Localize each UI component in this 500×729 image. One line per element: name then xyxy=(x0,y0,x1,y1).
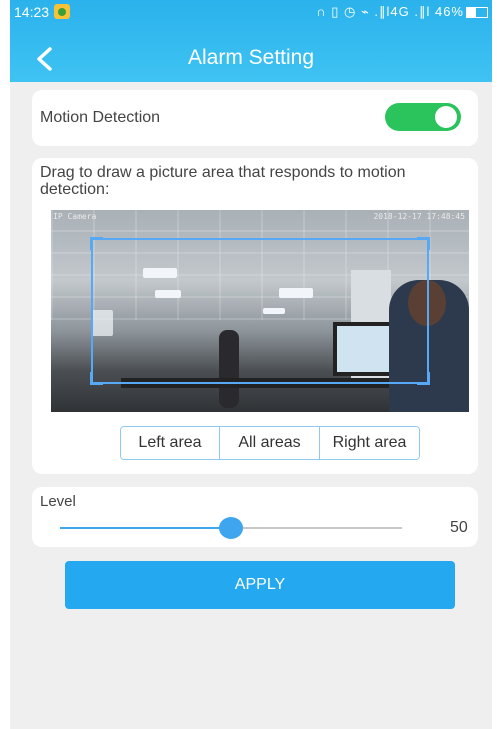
app-notification-icon xyxy=(54,4,70,19)
detection-area-selection[interactable] xyxy=(90,237,430,385)
status-time: 14:23 xyxy=(14,4,50,20)
motion-detection-label: Motion Detection xyxy=(40,109,161,126)
battery-percent: 46% xyxy=(434,4,464,19)
status-icons: ∩ ▯ ◷ ⌁ .∥l4G .∥l 46% xyxy=(316,4,464,20)
selection-handle-bottom-right[interactable] xyxy=(417,372,430,385)
selection-handle-top-left[interactable] xyxy=(90,237,103,250)
status-bar: 14:23 ∩ ▯ ◷ ⌁ .∥l4G .∥l 46% xyxy=(10,0,492,24)
camera-label: IP Camera xyxy=(53,212,97,221)
detection-area-card: Drag to draw a picture area that respond… xyxy=(32,158,478,474)
all-areas-button[interactable]: All areas xyxy=(219,427,319,459)
level-slider[interactable] xyxy=(60,517,402,539)
level-slider-thumb[interactable] xyxy=(219,517,243,539)
level-slider-fill xyxy=(60,527,231,529)
camera-preview[interactable]: IP Camera 2018-12-17 17:48:45 xyxy=(51,210,469,412)
app-header: 14:23 ∩ ▯ ◷ ⌁ .∥l4G .∥l 46% Alarm Settin… xyxy=(10,0,492,82)
selection-handle-top-right[interactable] xyxy=(417,237,430,250)
apply-button[interactable]: APPLY xyxy=(65,561,455,609)
level-card: Level 50 xyxy=(32,487,478,547)
camera-timestamp: 2018-12-17 17:48:45 xyxy=(373,212,465,221)
status-indicators-icon: ∩ ▯ ◷ ⌁ .∥l4G .∥l xyxy=(316,4,431,19)
selection-handle-bottom-left[interactable] xyxy=(90,372,103,385)
battery-icon xyxy=(466,7,488,18)
motion-detection-toggle[interactable] xyxy=(385,103,461,131)
motion-detection-card: Motion Detection xyxy=(32,90,478,146)
area-preset-group: Left area All areas Right area xyxy=(120,426,420,460)
left-area-button[interactable]: Left area xyxy=(121,427,219,459)
level-value: 50 xyxy=(450,519,468,536)
area-description: Drag to draw a picture area that respond… xyxy=(40,164,406,198)
right-area-button[interactable]: Right area xyxy=(319,427,419,459)
screen: 14:23 ∩ ▯ ◷ ⌁ .∥l4G .∥l 46% Alarm Settin… xyxy=(10,0,492,729)
toggle-knob xyxy=(435,106,457,128)
page-title: Alarm Setting xyxy=(187,46,315,69)
level-label: Level xyxy=(40,493,76,510)
